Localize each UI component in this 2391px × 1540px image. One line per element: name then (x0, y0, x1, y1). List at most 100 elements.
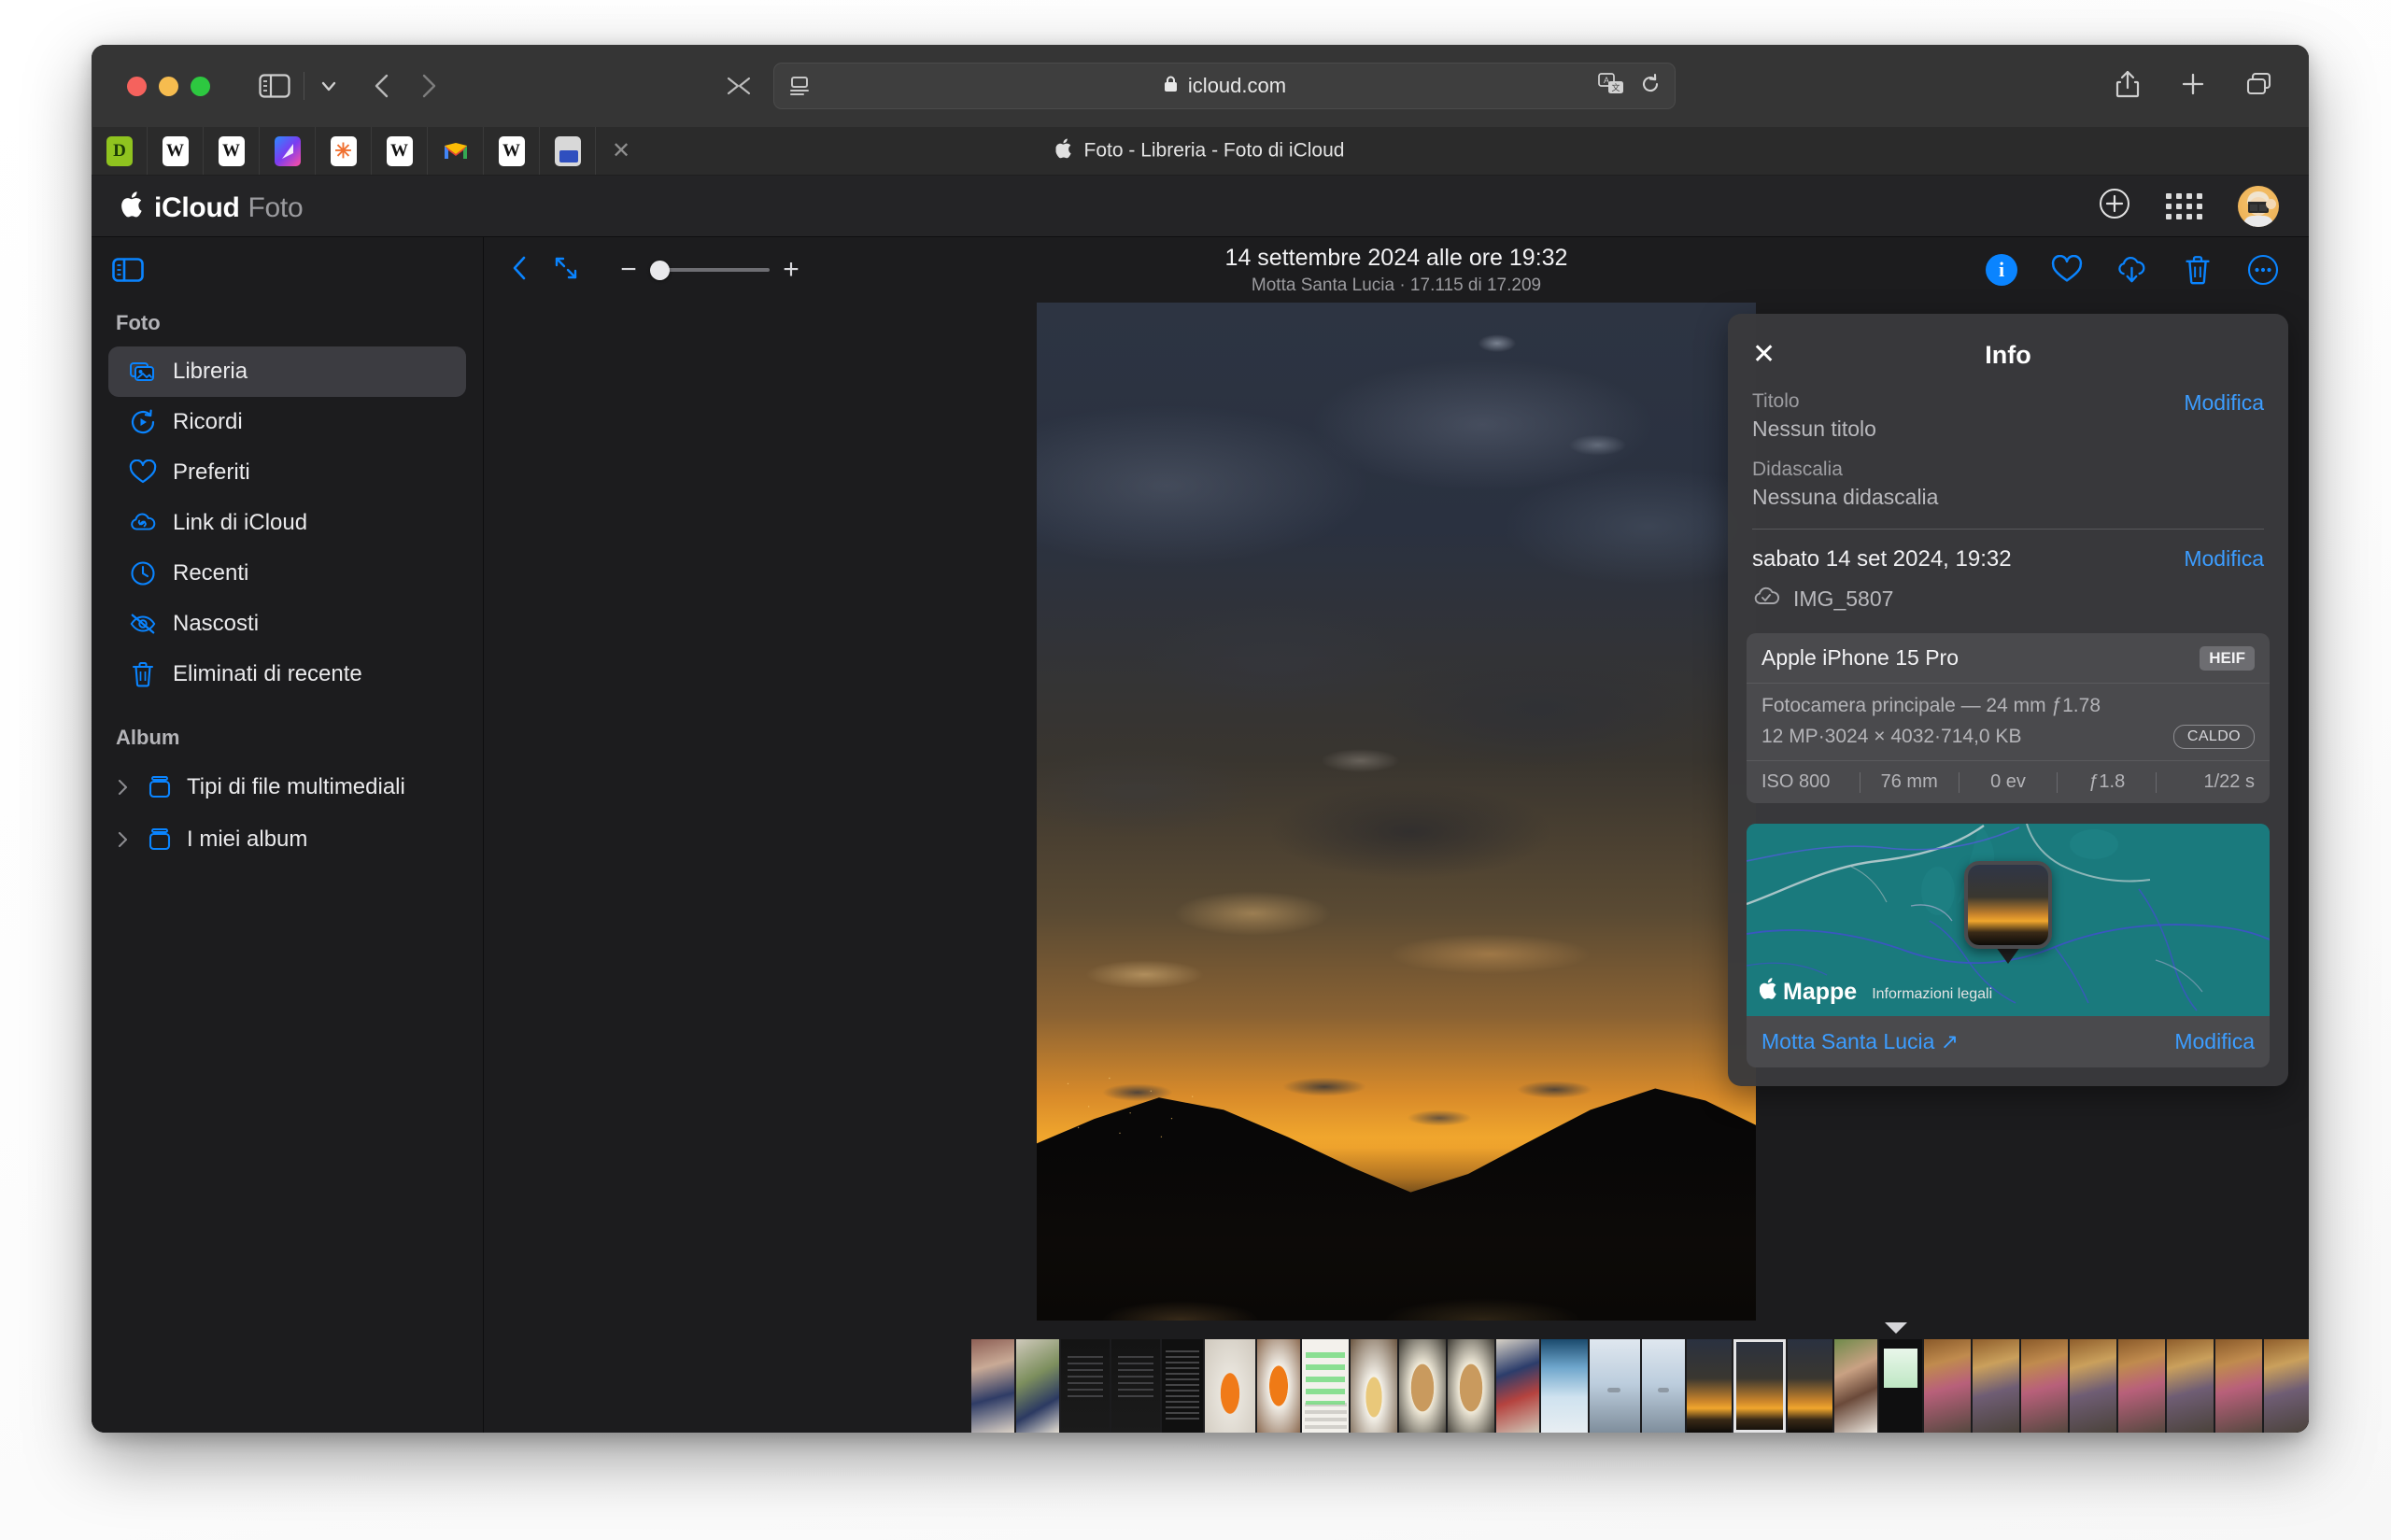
fullscreen-icon[interactable] (553, 255, 579, 286)
tab-item[interactable]: D (92, 127, 148, 175)
thumb-chat-screenshot[interactable] (1302, 1339, 1349, 1433)
thumb-meat-dish-2[interactable] (1448, 1339, 1494, 1433)
app-launcher-icon[interactable] (2166, 193, 2202, 219)
thumb-family-2[interactable] (1973, 1339, 2019, 1433)
thumb-food-orange-1[interactable] (1205, 1339, 1255, 1433)
tab-item-active[interactable] (540, 127, 596, 175)
tab-item[interactable]: W (484, 127, 540, 175)
sidebar-item-ricordi[interactable]: Ricordi (108, 397, 466, 447)
avatar[interactable] (2238, 186, 2279, 227)
map-preview[interactable]: Mappe Informazioni legali (1747, 824, 2270, 1016)
thumb-family-3[interactable] (2021, 1339, 2068, 1433)
thumb-blue-plate-1[interactable] (1590, 1339, 1640, 1433)
tab-item[interactable]: W (148, 127, 204, 175)
tab-item[interactable]: W (204, 127, 260, 175)
zoom-slider[interactable] (650, 260, 770, 280)
datetime-edit-link[interactable]: Modifica (2184, 546, 2264, 572)
sidebar-item-label: Eliminati di recente (173, 661, 362, 687)
thumb-meat-dish-1[interactable] (1399, 1339, 1446, 1433)
maximize-window-button[interactable] (191, 77, 210, 96)
extension-icon[interactable] (725, 74, 753, 98)
thumb-family-7[interactable] (2215, 1339, 2262, 1433)
sidebar-item-i-miei-album[interactable]: I miei album (108, 813, 466, 866)
sidebar-item-eliminati-di-recente[interactable]: Eliminati di recente (108, 649, 466, 699)
wikipedia-favicon: W (219, 136, 245, 166)
url-input[interactable]: icloud.com A文 (773, 63, 1676, 109)
navigation-arrows (372, 72, 439, 100)
window-controls (127, 77, 210, 96)
reader-view-icon[interactable] (787, 74, 812, 98)
thumb-street-people[interactable] (1496, 1339, 1539, 1433)
thumb-food-orange-2[interactable] (1257, 1339, 1300, 1433)
chevron-right-icon[interactable] (112, 830, 133, 849)
translate-icon[interactable]: A文 (1598, 72, 1626, 101)
tab-item[interactable]: ✳ (316, 127, 372, 175)
thumb-family-5[interactable] (2118, 1339, 2165, 1433)
back-to-grid-icon[interactable] (510, 254, 531, 287)
thumb-sunset-selected[interactable] (1733, 1339, 1786, 1433)
thumb-blue-sky[interactable] (1541, 1339, 1588, 1433)
photo-image[interactable] (1037, 303, 1756, 1321)
sidebar-item-link-icloud[interactable]: Link di iCloud (108, 498, 466, 548)
info-button[interactable]: i (1984, 252, 2019, 288)
icloud-brand[interactable]: iCloud Foto (121, 189, 303, 224)
map-photo-pin[interactable] (1964, 861, 2052, 964)
thumb-green-document[interactable] (1879, 1339, 1922, 1433)
sidebar-item-recenti[interactable]: Recenti (108, 548, 466, 599)
tab-item[interactable] (428, 127, 484, 175)
reload-icon[interactable] (1639, 73, 1662, 100)
mappe-brand: Mappe (1760, 977, 1857, 1007)
thumb-wedding-2[interactable] (1016, 1339, 1059, 1433)
thumb-sunset-3[interactable] (1788, 1339, 1832, 1433)
back-icon[interactable] (372, 72, 392, 100)
photo-date: 14 settembre 2024 alle ore 19:32 (1225, 245, 1568, 272)
zoom-out-button[interactable]: − (618, 256, 639, 284)
filmstrip[interactable] (971, 1339, 2309, 1433)
thumb-family-1[interactable] (1924, 1339, 1971, 1433)
thumb-dark-screenshot-1[interactable] (1061, 1339, 1110, 1433)
sidebar-toggle-icon[interactable] (259, 74, 290, 98)
minimize-window-button[interactable] (159, 77, 178, 96)
chevron-right-icon[interactable] (112, 778, 133, 797)
share-icon[interactable] (2115, 69, 2141, 104)
datetime-row: sabato 14 set 2024, 19:32 Modifica (1752, 546, 2264, 572)
map-legal-link[interactable]: Informazioni legali (1872, 986, 1992, 1007)
title-edit-link[interactable]: Modifica (2184, 390, 2264, 416)
map-edit-link[interactable]: Modifica (2174, 1029, 2255, 1054)
forward-icon[interactable] (418, 72, 439, 100)
sidebar-item-libreria[interactable]: Libreria (108, 346, 466, 397)
exif-lens: Fotocamera principale — 24 mm ƒ1.78 (1761, 695, 2255, 717)
exif-exposure-value: 0 ev (1959, 771, 2058, 793)
thumb-sunset-1[interactable] (1687, 1339, 1732, 1433)
favorite-button[interactable] (2049, 252, 2085, 288)
close-window-button[interactable] (127, 77, 147, 96)
zoom-in-button[interactable]: + (781, 256, 801, 284)
photos-sidebar-toggle-icon[interactable] (112, 270, 144, 286)
thumb-selfie-two-women[interactable] (1834, 1339, 1877, 1433)
sidebar-item-nascosti[interactable]: Nascosti (108, 599, 466, 649)
tab-item[interactable] (260, 127, 316, 175)
map-place-link[interactable]: Motta Santa Lucia ↗ (1761, 1029, 1959, 1054)
download-button[interactable] (2115, 252, 2150, 288)
sidebar-item-preferiti[interactable]: Preferiti (108, 447, 466, 498)
thumb-dark-screenshot-2[interactable] (1111, 1339, 1160, 1433)
chevron-down-icon[interactable] (318, 75, 340, 97)
thumb-plate-table[interactable] (1351, 1339, 1397, 1433)
add-icon[interactable] (2099, 188, 2130, 224)
thumb-wedding-1[interactable] (971, 1339, 1014, 1433)
thumb-terms-document[interactable] (1162, 1339, 1203, 1433)
thumb-family-6[interactable] (2167, 1339, 2214, 1433)
thumb-blue-plate-2[interactable] (1642, 1339, 1685, 1433)
thumb-family-4[interactable] (2070, 1339, 2116, 1433)
delete-button[interactable] (2180, 252, 2215, 288)
thumb-family-8[interactable] (2264, 1339, 2309, 1433)
close-icon[interactable]: ✕ (1752, 341, 1776, 369)
close-tab-button[interactable]: ✕ (596, 127, 646, 175)
album-icon (146, 826, 174, 854)
new-tab-icon[interactable] (2180, 71, 2206, 102)
tab-item[interactable]: W (372, 127, 428, 175)
zoom-knob[interactable] (650, 261, 670, 280)
tab-overview-icon[interactable] (2245, 71, 2273, 102)
sidebar-item-tipi-di-file-multimediali[interactable]: Tipi di file multimediali (108, 761, 466, 813)
more-options-button[interactable] (2245, 252, 2281, 288)
